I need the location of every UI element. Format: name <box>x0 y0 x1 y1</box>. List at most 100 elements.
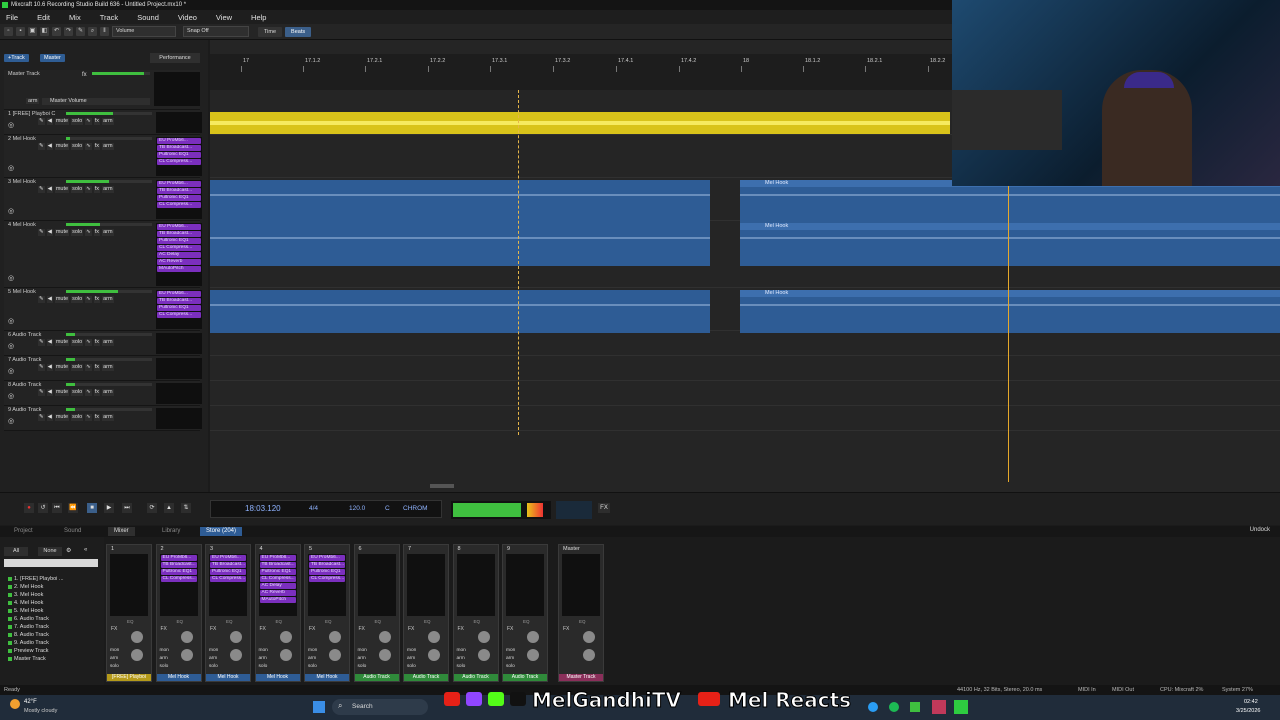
strip-label[interactable]: Mel Hook <box>156 674 201 681</box>
fx-plugin[interactable]: TB Broadcast... <box>210 562 246 568</box>
fx-plugin[interactable]: EU ProMb6... <box>160 555 197 561</box>
fx-plugin[interactable]: TB Broadcast... <box>309 562 345 568</box>
fx-plugin[interactable]: TB Broadcast... <box>157 188 201 194</box>
track-icon[interactable]: ◎ <box>8 121 14 129</box>
mixer-list-item[interactable]: 9. Audio Track <box>4 639 100 647</box>
gain-knob[interactable] <box>428 649 440 661</box>
monitor-button[interactable]: mon <box>259 648 268 653</box>
strip-label[interactable]: Audio Track <box>354 674 399 681</box>
fx-plugin[interactable]: EU ProMb6... <box>210 555 246 561</box>
gain-knob[interactable] <box>378 649 391 661</box>
strip-fx-button[interactable]: FX <box>458 626 464 632</box>
pan-knob[interactable] <box>180 631 193 643</box>
track-name[interactable]: 6 Audio Track <box>8 332 41 338</box>
tab-sound[interactable]: Sound <box>58 527 87 536</box>
fx-plugin[interactable]: TB Broadcast... <box>157 145 201 151</box>
track-icon[interactable]: ◎ <box>8 367 14 375</box>
monitor-button[interactable]: mon <box>457 648 466 653</box>
fx-slot[interactable] <box>156 408 202 429</box>
menu-item-video[interactable]: Video <box>178 13 197 22</box>
pan-knob[interactable] <box>527 631 539 643</box>
fx-slot[interactable] <box>156 383 202 404</box>
track-icon[interactable]: ◎ <box>8 164 14 172</box>
filter-all-button[interactable]: All <box>4 547 28 556</box>
solo-button[interactable]: solo <box>308 664 317 669</box>
menu-item-mix[interactable]: Mix <box>69 13 81 22</box>
punch-icon[interactable]: ⇅ <box>181 503 191 513</box>
track-header[interactable]: 8 Audio Track ✎ ◀ mute solo ∿ fx arm ◎ <box>4 381 202 406</box>
arm-button[interactable]: arm <box>102 143 114 150</box>
fx-plugin[interactable]: AC Reverb <box>157 259 201 265</box>
fx-button[interactable]: fx <box>93 414 101 421</box>
strip-label[interactable]: Mel Hook <box>305 674 349 681</box>
gain-knob[interactable] <box>583 649 595 661</box>
strip-fx-slot[interactable] <box>357 554 396 616</box>
audio-clip[interactable]: Mel Hook <box>740 223 1280 266</box>
mixer-list-item[interactable]: Master Track <box>4 655 100 663</box>
menu-item-file[interactable]: File <box>6 13 18 22</box>
strip-fx-slot[interactable] <box>456 554 495 616</box>
rewind-icon[interactable]: ⏪ <box>68 503 78 513</box>
menu-item-view[interactable]: View <box>216 13 232 22</box>
fx-plugin[interactable]: CL Compress... <box>157 159 201 165</box>
mixer-list-item[interactable]: Preview Track <box>4 647 100 655</box>
tab-library[interactable]: Library <box>156 527 186 536</box>
fx-button[interactable]: fx <box>93 229 101 236</box>
arm-button[interactable]: arm <box>160 656 168 661</box>
strip-fx-slot[interactable]: EU ProMb6... TB Broadcast... Pultronic EQ1… <box>159 554 198 616</box>
solo-button[interactable]: solo <box>71 229 84 236</box>
channel-strip[interactable]: 7 EQ FX mon arm solo Audio Track <box>403 544 449 682</box>
mute-button[interactable]: mute <box>54 118 70 125</box>
strip-label[interactable]: [FREE] Playboi <box>107 674 151 681</box>
pan-knob[interactable] <box>329 631 341 643</box>
solo-button[interactable]: solo <box>457 664 466 669</box>
mixer-list-item[interactable]: 8. Audio Track <box>4 631 100 639</box>
solo-button[interactable]: solo <box>259 664 268 669</box>
strip-label[interactable]: Mel Hook <box>255 674 300 681</box>
mute-button[interactable]: mute <box>54 389 70 396</box>
mute-button[interactable]: mute <box>54 229 70 236</box>
pan-knob[interactable] <box>230 631 242 643</box>
fx-plugin[interactable]: CL Compress... <box>259 576 296 582</box>
track-name[interactable]: 1 [FREE] Playboi C <box>8 111 55 117</box>
master-channel-strip[interactable]: Master EQ FX Master Track <box>558 544 604 682</box>
speaker-icon[interactable]: ◀ <box>46 143 53 150</box>
arm-button[interactable]: arm <box>209 656 217 661</box>
track-name[interactable]: 2 Mel Hook <box>8 136 36 142</box>
mixer-search-input[interactable] <box>4 559 98 567</box>
fx-plugin[interactable]: CL Compress... <box>210 576 246 582</box>
speaker-icon[interactable]: ◀ <box>46 118 53 125</box>
edit-icon[interactable]: ✎ <box>38 339 45 346</box>
fx-slot[interactable] <box>156 333 202 354</box>
audio-clip[interactable] <box>210 290 710 333</box>
solo-button[interactable]: solo <box>209 664 218 669</box>
fx-plugin[interactable]: Pultronic EQ1 <box>157 152 201 158</box>
master-fx-button[interactable]: FX <box>598 503 610 513</box>
mute-button[interactable]: mute <box>54 414 70 421</box>
save-icon[interactable]: ▣ <box>28 27 37 36</box>
fx-plugin[interactable]: Pultronic EQ1 <box>210 569 246 575</box>
audio-clip[interactable]: Mel Hook <box>740 290 1280 333</box>
fx-plugin[interactable]: EU ProMb6... <box>157 138 201 144</box>
track-icon[interactable]: ◎ <box>8 392 14 400</box>
fx-slot[interactable] <box>156 358 202 379</box>
beats-button[interactable]: Beats <box>285 26 312 37</box>
monitor-button[interactable]: mon <box>160 648 169 653</box>
tab-mixer[interactable]: Mixer <box>108 527 135 536</box>
fx-plugin[interactable]: AC Reverb <box>259 590 296 596</box>
solo-button[interactable]: solo <box>71 143 84 150</box>
tempo-readout[interactable]: 120.0 <box>349 505 365 512</box>
key-readout[interactable]: C <box>385 505 390 512</box>
audio-clip[interactable]: Mel Hook <box>740 180 1280 223</box>
mute-button[interactable]: mute <box>54 364 70 371</box>
solo-button[interactable]: solo <box>71 118 84 125</box>
fx-button[interactable]: fx <box>93 389 101 396</box>
weather-temp[interactable]: 42°F <box>24 699 37 705</box>
redo-icon[interactable]: ↷ <box>64 27 73 36</box>
fx-plugin[interactable]: Pultronic EQ1 <box>157 238 201 244</box>
automation-icon[interactable]: ∿ <box>85 414 92 421</box>
fx-plugin[interactable]: EU ProMb6... <box>157 181 201 187</box>
mixer-list-item[interactable]: 2. Mel Hook <box>4 583 100 591</box>
mute-button[interactable]: mute <box>54 186 70 193</box>
strip-fx-button[interactable]: FX <box>210 626 216 632</box>
